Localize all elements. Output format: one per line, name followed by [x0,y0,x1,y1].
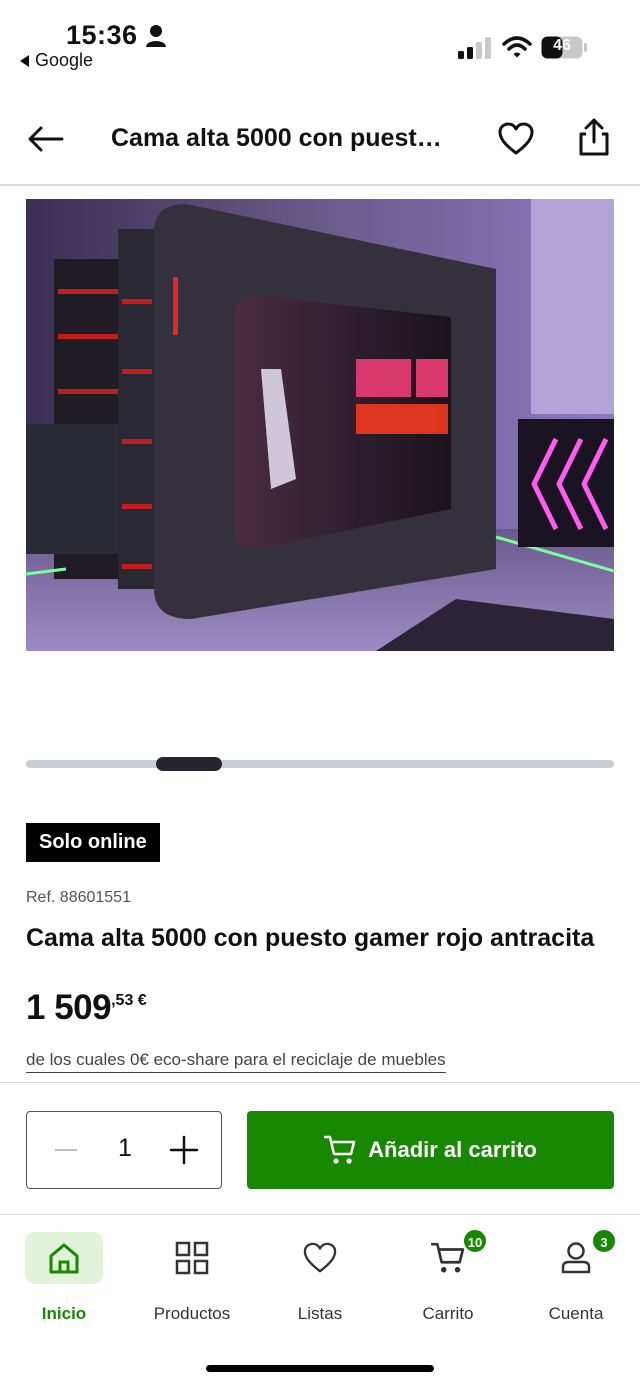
cart-count-badge: 10 [462,1228,488,1254]
nav-icon-container [153,1232,231,1284]
product-title: Cama alta 5000 con puesto gamer rojo ant… [26,924,595,952]
nav-label-cuenta: Cuenta [548,1304,604,1323]
battery-percentage: 46 [553,37,571,54]
quantity-stepper: 1 [26,1111,222,1189]
grid-icon [175,1241,209,1275]
increase-quantity-button[interactable] [169,1135,199,1165]
back-arrow-icon[interactable] [26,124,64,154]
share-icon[interactable] [578,118,610,156]
product-image[interactable] [26,199,614,651]
nav-item-cuenta[interactable]: 3 Cuenta [512,1228,640,1328]
nav-label-productos: Productos [153,1304,231,1323]
heart-icon [303,1242,337,1273]
product-reference: Ref. 88601551 [26,889,131,906]
product-header: Cama alta 5000 con puesto gamer rojo ant… [0,96,640,186]
nav-label-carrito: Carrito [422,1304,474,1323]
product-price: 1 509 ,53 € [26,988,147,1028]
nav-label-listas: Listas [297,1304,343,1323]
user-icon [561,1242,591,1274]
status-bar: 15:36 Google 46 [0,0,640,80]
nav-item-carrito[interactable]: 10 Carrito [384,1228,512,1328]
cart-icon [324,1135,356,1164]
battery-indicator: 46 [541,36,587,59]
price-decimals: ,53 € [111,992,147,1009]
account-notification-badge: 3 [591,1228,617,1254]
home-icon [49,1243,79,1274]
eco-share-link[interactable]: de los cuales 0€ eco-share para el recic… [26,1050,446,1073]
price-integer: 1 509 [26,988,112,1027]
back-app-label: Google [35,50,94,70]
cart-icon [431,1242,465,1273]
nav-label-inicio: Inicio [41,1304,87,1323]
nav-item-inicio[interactable]: Inicio [0,1232,128,1328]
favorite-heart-icon[interactable] [498,122,534,156]
cellular-signal-icon [458,37,491,59]
nav-item-listas[interactable]: Listas [256,1232,384,1328]
page-title: Cama alta 5000 con puesto gamer rojo ant… [111,124,456,152]
wifi-icon [502,36,532,58]
carousel-thumb[interactable] [156,757,222,771]
add-to-cart-button[interactable]: Añadir al carrito [247,1111,614,1189]
bottom-navigation: Inicio Productos Listas 10 Carrito 3 Cue… [0,1216,640,1387]
online-only-badge: Solo online [26,823,160,862]
status-time: 15:36 [66,20,138,50]
add-to-cart-label: Añadir al carrito [368,1137,537,1162]
back-triangle-icon [20,54,29,67]
person-icon [146,25,166,47]
home-indicator[interactable] [206,1365,434,1372]
back-to-app-link[interactable]: Google [20,50,93,71]
nav-icon-container [25,1232,103,1284]
nav-icon-container [281,1232,359,1284]
image-carousel-scrollbar[interactable] [26,757,614,771]
purchase-bar: 1 Añadir al carrito [0,1082,640,1215]
nav-item-productos[interactable]: Productos [128,1232,256,1328]
gamer-bed-illustration [26,199,614,651]
